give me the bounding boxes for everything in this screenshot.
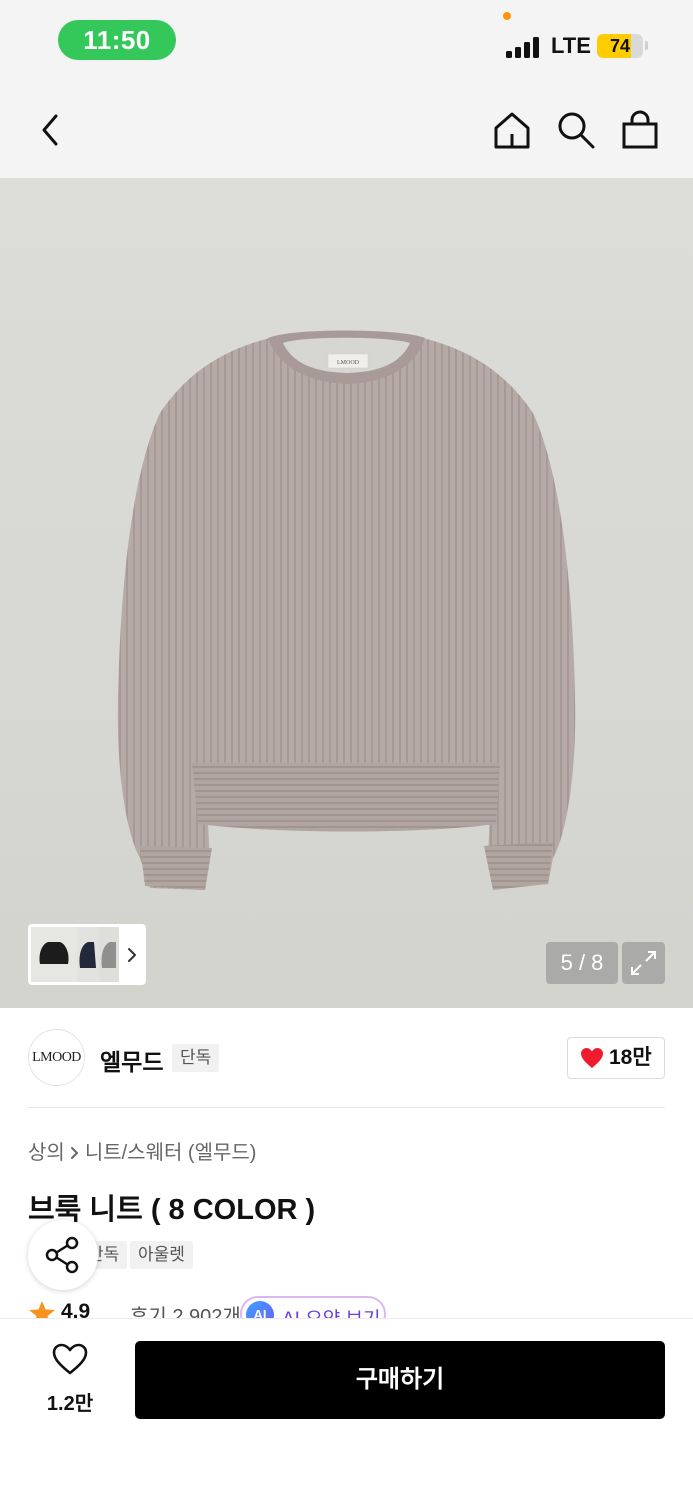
section-divider — [28, 1107, 665, 1108]
privacy-indicator-dot — [503, 12, 511, 20]
share-icon — [45, 1236, 79, 1274]
status-time: 11:50 — [58, 20, 176, 60]
product-image-sweater: LMOOD — [117, 330, 576, 890]
product-tag-outlet: 아울렛 — [130, 1241, 193, 1269]
breadcrumb-category[interactable]: 상의 — [28, 1142, 65, 1164]
breadcrumb-subcategory[interactable]: 니트/스웨터 (엘무드) — [85, 1142, 257, 1164]
color-thumbnails — [31, 927, 136, 982]
svg-text:LMOOD: LMOOD — [337, 360, 360, 366]
brand-name[interactable]: 엘무드 — [100, 1043, 163, 1077]
wishlist-count: 1.2만 — [46, 1393, 94, 1415]
brand-logo[interactable]: LMOOD — [28, 1029, 85, 1086]
product-page: 11:50 LTE 74 LMOOD 5 / 8 LMOOD 엘무드 단독 18… — [0, 0, 693, 1500]
share-button[interactable] — [28, 1220, 98, 1290]
shopping-bag-icon[interactable] — [620, 110, 660, 150]
image-counter: 5 / 8 — [546, 942, 618, 984]
color-thumbnail-strip[interactable] — [28, 924, 146, 985]
status-bar: 11:50 LTE 74 — [0, 0, 693, 84]
brand-like-count: 18만 — [609, 1046, 652, 1069]
network-type: LTE — [551, 33, 591, 58]
brand-like-button[interactable]: 18만 — [567, 1037, 665, 1079]
expand-image-button[interactable] — [622, 942, 665, 984]
back-chevron-left-icon[interactable] — [36, 110, 66, 150]
top-nav-bar — [0, 84, 693, 178]
product-image-gallery[interactable]: LMOOD — [0, 178, 693, 1008]
buy-button[interactable]: 구매하기 — [135, 1341, 665, 1419]
expand-icon — [631, 951, 656, 975]
breadcrumb-chevron-right-icon — [65, 1140, 85, 1166]
heart-filled-icon — [581, 1048, 603, 1068]
battery-nub — [645, 41, 648, 50]
thumbnail-more-chevron-right-icon[interactable] — [128, 948, 136, 962]
wishlist-heart-outline-icon[interactable] — [52, 1343, 88, 1375]
search-icon[interactable] — [556, 110, 596, 150]
battery-percent: 74 — [609, 36, 631, 56]
brand-exclusive-tag: 단독 — [172, 1044, 220, 1072]
bottom-action-bar: 1.2만 구매하기 — [0, 1318, 693, 1500]
battery-icon: 74 — [597, 34, 643, 58]
signal-strength-icon — [506, 36, 542, 58]
home-icon[interactable] — [492, 110, 532, 150]
thumbnail-sweater-black — [39, 942, 69, 964]
breadcrumb: 상의 니트/스웨터 (엘무드) — [28, 1140, 256, 1166]
